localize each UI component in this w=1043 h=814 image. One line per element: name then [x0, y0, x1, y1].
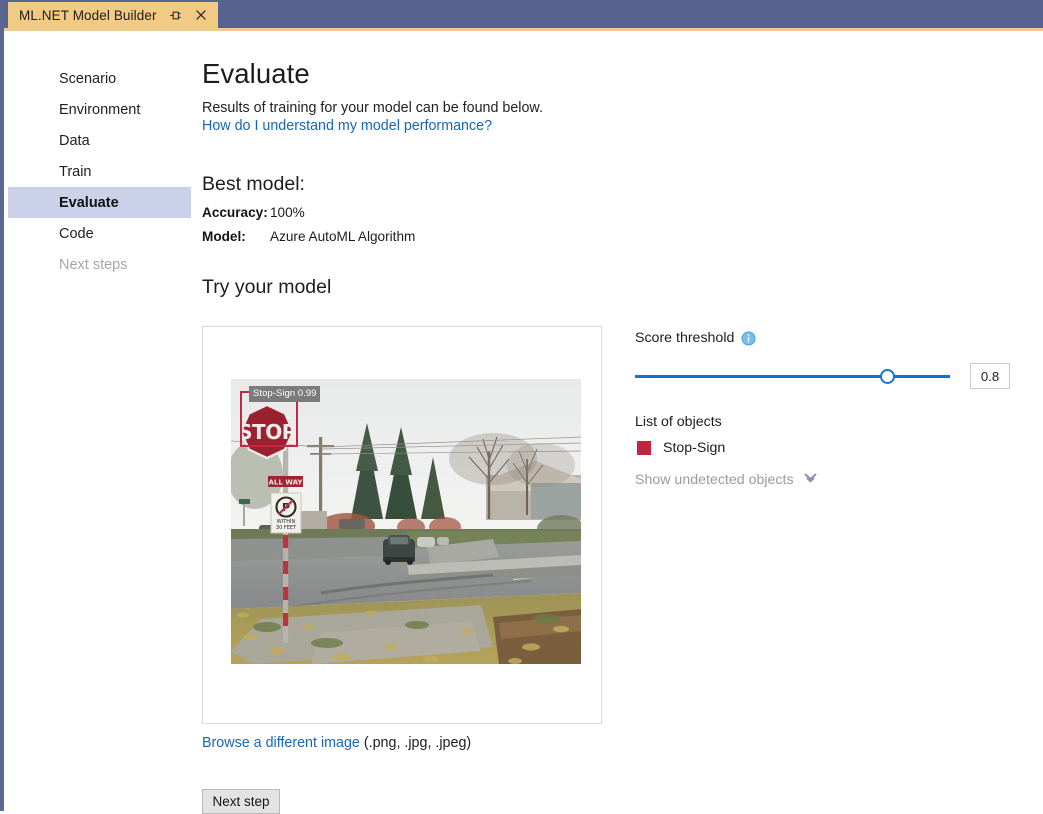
list-of-objects-title: List of objects — [635, 414, 1015, 430]
model-row: Model: Azure AutoML Algorithm — [202, 229, 1043, 244]
model-value: Azure AutoML Algorithm — [270, 229, 415, 244]
score-threshold-label: Score threshold — [635, 330, 734, 346]
detection-bounding-box: Stop-Sign 0.99 — [240, 391, 298, 447]
sidebar-item-code[interactable]: Code — [8, 218, 191, 249]
detection-label: Stop-Sign 0.99 — [249, 386, 320, 402]
sidebar-item-next-steps: Next steps — [8, 249, 191, 280]
score-threshold-slider[interactable] — [635, 365, 950, 387]
wizard-sidebar: Scenario Environment Data Train Evaluate… — [8, 31, 191, 280]
info-icon[interactable] — [741, 331, 756, 346]
document-tab[interactable]: ML.NET Model Builder — [8, 2, 218, 28]
slider-thumb[interactable] — [880, 369, 895, 384]
page-subtitle: Results of training for your model can b… — [202, 100, 1043, 116]
page-title: Evaluate — [202, 58, 1043, 90]
slider-track — [635, 375, 950, 378]
sidebar-item-label: Data — [59, 133, 90, 149]
preview-column: ALL WAY P WITHIN 30 FEET — [202, 326, 602, 814]
close-icon[interactable] — [194, 8, 209, 23]
model-performance-help-link[interactable]: How do I understand my model performance… — [202, 118, 492, 134]
detection-controls-panel: Score threshold — [635, 326, 1015, 489]
pin-icon[interactable] — [168, 8, 183, 23]
score-threshold-value[interactable]: 0.8 — [970, 363, 1010, 389]
sidebar-item-label: Code — [59, 226, 94, 242]
window-content: Scenario Environment Data Train Evaluate… — [8, 31, 1043, 811]
score-threshold-row: Score threshold — [635, 330, 1015, 346]
sidebar-item-label: Next steps — [59, 257, 128, 273]
next-step-button[interactable]: Next step — [202, 789, 280, 814]
svg-text:30 FEET: 30 FEET — [276, 525, 297, 531]
object-name: Stop-Sign — [663, 440, 725, 456]
try-model-area: ALL WAY P WITHIN 30 FEET — [202, 326, 1043, 814]
try-your-model-heading: Try your model — [202, 276, 1043, 299]
image-preview-frame[interactable]: ALL WAY P WITHIN 30 FEET — [202, 326, 602, 724]
sidebar-item-label: Evaluate — [59, 195, 119, 211]
supported-formats-label: (.png, .jpg, .jpeg) — [364, 735, 471, 751]
show-undetected-objects-toggle[interactable]: Show undetected objects — [635, 471, 1015, 489]
browse-different-image-link[interactable]: Browse a different image — [202, 735, 360, 751]
sidebar-item-evaluate[interactable]: Evaluate — [8, 187, 191, 218]
list-item[interactable]: Stop-Sign — [635, 440, 1015, 456]
sidebar-item-label: Environment — [59, 102, 140, 118]
browse-row: Browse a different image (.png, .jpg, .j… — [202, 735, 602, 751]
accuracy-label: Accuracy: — [202, 205, 270, 220]
sidebar-item-label: Scenario — [59, 71, 116, 87]
object-color-swatch — [637, 441, 651, 455]
main-pane: Evaluate Results of training for your mo… — [202, 31, 1043, 814]
svg-text:ALL WAY: ALL WAY — [269, 479, 304, 487]
accuracy-value: 100% — [270, 205, 305, 220]
score-threshold-slider-row: 0.8 — [635, 363, 1015, 389]
tab-title: ML.NET Model Builder — [19, 8, 157, 23]
app-window: ML.NET Model Builder — [0, 0, 1043, 811]
best-model-heading: Best model: — [202, 173, 1043, 196]
sidebar-item-environment[interactable]: Environment — [8, 94, 191, 125]
title-bar: ML.NET Model Builder — [4, 0, 1043, 28]
accuracy-row: Accuracy: 100% — [202, 205, 1043, 220]
chevron-double-down-icon[interactable] — [803, 471, 818, 489]
sidebar-item-data[interactable]: Data — [8, 125, 191, 156]
car — [383, 535, 415, 565]
sidebar-item-label: Train — [59, 164, 92, 180]
sidebar-item-scenario[interactable]: Scenario — [8, 63, 191, 94]
show-undetected-objects-label: Show undetected objects — [635, 472, 794, 488]
model-label: Model: — [202, 229, 270, 244]
sidebar-item-train[interactable]: Train — [8, 156, 191, 187]
preview-image-container: ALL WAY P WITHIN 30 FEET — [231, 379, 581, 664]
